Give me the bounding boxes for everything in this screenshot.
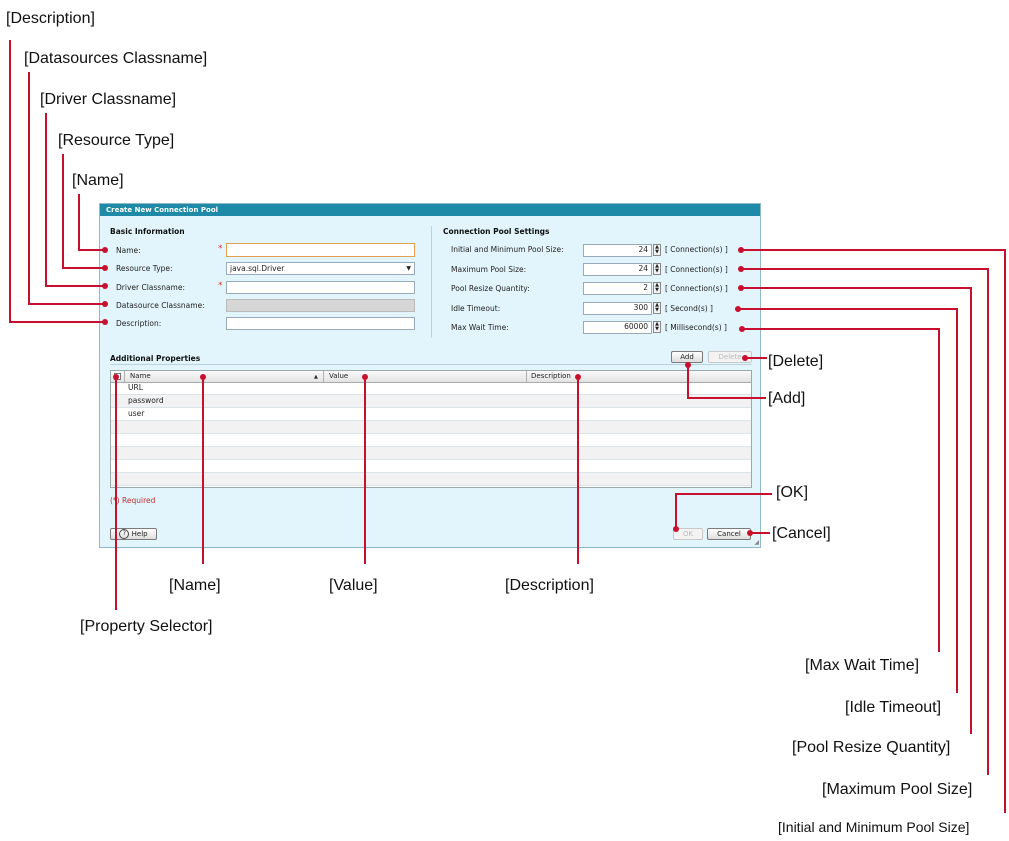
pool-resize-spinner[interactable]: ▲ ▼ [653, 282, 661, 294]
max-wait-time-unit: [ Millisecond(s) ] [665, 323, 727, 332]
idle-timeout-unit: [ Second(s) ] [665, 304, 713, 313]
callout-maximum-pool-size: [Maximum Pool Size] [822, 781, 973, 798]
callout-value: [Value] [329, 577, 378, 594]
table-row[interactable] [111, 447, 751, 460]
dialog-title: Create New Connection Pool [100, 204, 760, 216]
name-input[interactable] [226, 243, 415, 257]
callout-description-bottom: [Description] [505, 577, 594, 594]
table-row[interactable]: URL [111, 382, 751, 395]
help-label: Help [131, 530, 148, 538]
table-row[interactable] [111, 460, 751, 473]
max-wait-time-spinner[interactable]: ▲ ▼ [653, 321, 661, 333]
callout-property-selector: [Property Selector] [80, 618, 213, 635]
name-required-marker: * [218, 244, 223, 254]
section-divider [431, 226, 432, 338]
row-name-cell: URL [128, 383, 143, 392]
resource-type-label: Resource Type: [116, 264, 173, 273]
help-button[interactable]: ? Help [110, 528, 157, 540]
initial-pool-size-input[interactable]: 24 [583, 244, 652, 257]
col-separator [323, 371, 324, 382]
col-header-description[interactable]: Description [531, 372, 571, 380]
callout-ok: [OK] [776, 484, 809, 501]
cancel-button[interactable]: Cancel [707, 528, 751, 540]
required-note: (*) Required [110, 496, 156, 505]
sort-ascending-icon: ▲ [314, 374, 318, 380]
callout-idle-timeout: [Idle Timeout] [845, 699, 942, 716]
table-row[interactable] [111, 421, 751, 434]
driver-required-marker: * [218, 281, 223, 291]
ok-button[interactable]: OK [673, 528, 703, 540]
callout-driver-classname: [Driver Classname] [40, 91, 177, 108]
help-icon: ? [119, 529, 130, 539]
max-pool-size-unit: [ Connection(s) ] [665, 265, 728, 274]
max-wait-time-input[interactable]: 60000 [583, 321, 652, 334]
callout-name-bottom: [Name] [169, 577, 221, 594]
additional-properties-heading: Additional Properties [110, 354, 201, 363]
connection-pool-dialog: Create New Connection Pool Basic Informa… [99, 203, 761, 548]
description-input[interactable] [226, 317, 415, 330]
datasource-classname-label: Datasource Classname: [116, 301, 205, 310]
idle-timeout-spinner[interactable]: ▲ ▼ [653, 302, 661, 314]
callout-description-top: [Description] [6, 10, 95, 27]
row-name-cell: user [128, 409, 145, 418]
datasource-classname-input [226, 299, 415, 312]
initial-pool-size-unit: [ Connection(s) ] [665, 245, 728, 254]
pool-resize-label: Pool Resize Quantity: [451, 284, 530, 293]
max-pool-size-spinner[interactable]: ▲ ▼ [653, 263, 661, 275]
idle-timeout-label: Idle Timeout: [451, 304, 501, 313]
initial-pool-size-spinner[interactable]: ▲ ▼ [653, 244, 661, 256]
name-label: Name: [116, 246, 141, 255]
callout-name-top: [Name] [72, 172, 124, 189]
resource-type-value: java.sql.Driver [230, 264, 285, 273]
pool-resize-unit: [ Connection(s) ] [665, 284, 728, 293]
callout-delete: [Delete] [768, 353, 824, 370]
chevron-down-icon: ▼ [406, 265, 411, 272]
description-label: Description: [116, 319, 162, 328]
resize-grip-icon[interactable]: ◢ [754, 539, 759, 546]
col-separator [124, 371, 125, 382]
col-header-name[interactable]: Name [130, 372, 151, 380]
callout-max-wait-time: [Max Wait Time] [805, 657, 920, 674]
leader-max-wait [742, 328, 940, 652]
idle-timeout-input[interactable]: 300 [583, 302, 652, 315]
table-row[interactable]: password [111, 395, 751, 408]
callout-pool-resize-quantity: [Pool Resize Quantity] [792, 739, 951, 756]
pool-resize-input[interactable]: 2 [583, 282, 652, 295]
col-header-value[interactable]: Value [329, 372, 348, 380]
max-pool-size-label: Maximum Pool Size: [451, 265, 527, 274]
callout-resource-type: [Resource Type] [58, 132, 175, 149]
callout-datasources-classname: [Datasources Classname] [24, 50, 208, 67]
resource-type-select[interactable]: java.sql.Driver ▼ [226, 262, 415, 275]
table-row[interactable] [111, 434, 751, 447]
pool-settings-heading: Connection Pool Settings [443, 227, 550, 236]
callout-cancel: [Cancel] [772, 525, 831, 542]
initial-pool-size-label: Initial and Minimum Pool Size: [451, 245, 564, 254]
driver-classname-input[interactable] [226, 281, 415, 294]
max-pool-size-input[interactable]: 24 [583, 263, 652, 276]
table-row[interactable]: user [111, 408, 751, 421]
max-wait-time-label: Max Wait Time: [451, 323, 509, 332]
add-button[interactable]: Add [671, 351, 703, 363]
basic-info-heading: Basic Information [110, 227, 185, 236]
props-divider [110, 364, 752, 365]
table-row[interactable] [111, 473, 751, 486]
callout-add: [Add] [768, 390, 806, 407]
properties-table: Name ▲ Value Description URL password us… [110, 370, 752, 488]
col-separator [526, 371, 527, 382]
driver-classname-label: Driver Classname: [116, 283, 185, 292]
row-name-cell: password [128, 396, 164, 405]
callout-initial-min-pool-size: [Initial and Minimum Pool Size] [778, 819, 970, 835]
select-all-checkbox[interactable] [114, 373, 121, 380]
delete-button[interactable]: Delete [708, 351, 752, 363]
